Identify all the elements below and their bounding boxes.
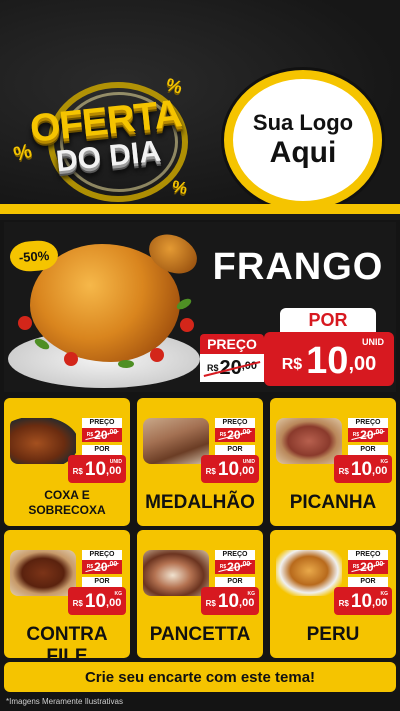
preco-label: PREÇO (82, 550, 122, 560)
por-label: POR (215, 445, 255, 455)
product-card-coxa[interactable]: PREÇO R$20,00 POR R$10,00UNID COXA E SOB… (4, 398, 130, 526)
herb-garnish (118, 360, 134, 368)
product-card-peru[interactable]: PREÇO R$20,00 POR R$10,00KG PERU (270, 530, 396, 658)
tomato-garnish (18, 316, 32, 330)
old-price: R$20,00 (82, 428, 122, 442)
divider-stripe-dark (0, 214, 400, 220)
preco-label: PREÇO (82, 418, 122, 428)
new-price: R$ 10,00 KG (201, 587, 259, 615)
old-price: R$20,00 (215, 428, 255, 442)
unit-label: UNID (362, 337, 384, 347)
old-price: R$20,00 (348, 428, 388, 442)
preco-label: PREÇO (215, 418, 255, 428)
product-card-pancetta[interactable]: PREÇO R$20,00 POR R$10,00KG PANCETTA (137, 530, 263, 658)
preco-label: PREÇO (348, 550, 388, 560)
preco-label: PREÇO (348, 418, 388, 428)
featured-preco-label: PREÇO (200, 334, 264, 354)
skewer-image (143, 418, 209, 464)
product-name: PICANHA (289, 492, 377, 513)
por-label: POR (348, 577, 388, 587)
product-name: PANCETTA (149, 624, 251, 645)
featured-por-label: POR (280, 308, 376, 332)
old-price: R$20,00 (215, 560, 255, 574)
por-label: POR (82, 577, 122, 587)
por-label: POR (348, 445, 388, 455)
turkey-image (276, 550, 342, 596)
por-label: POR (82, 445, 122, 455)
tomato-garnish (150, 348, 164, 362)
new-price: R$ 10,00 KG (68, 587, 126, 615)
steak-board-image (276, 418, 342, 464)
percent-icon: % (170, 176, 189, 199)
disclaimer-text: *Imagens Meramente Ilustrativas (6, 697, 123, 706)
featured-old-price: R$ 20 ,00 (200, 354, 264, 382)
tomato-garnish (64, 352, 78, 366)
preco-label: PREÇO (215, 550, 255, 560)
old-price: R$20,00 (82, 560, 122, 574)
drumstick-image (10, 418, 76, 464)
product-card-contra-file[interactable]: PREÇO R$20,00 POR R$10,00KG CONTRA FILE (4, 530, 130, 658)
product-name: MEDALHÃO (145, 492, 255, 513)
featured-product-name: FRANGO (212, 246, 384, 288)
cta-button[interactable]: Crie seu encarte com este tema! (4, 662, 396, 692)
product-name: CONTRA FILE (26, 624, 108, 658)
header: OFERTA DO DIA % % % Sua Logo Aqui (0, 0, 400, 210)
logo-placeholder[interactable]: Sua Logo Aqui (224, 70, 382, 210)
product-name: PERU (306, 624, 360, 645)
new-price: R$ 10,00 UNID (68, 455, 126, 483)
featured-new-price: R$ 10 ,00 UNID (264, 332, 394, 386)
tomato-garnish (180, 318, 194, 332)
new-price: R$ 10,00 KG (334, 587, 392, 615)
product-name: COXA E SOBRECOXA (28, 488, 106, 517)
product-card-medalhao[interactable]: PREÇO R$20,00 POR R$10,00UNID MEDALHÃO (137, 398, 263, 526)
percent-icon: % (163, 74, 185, 98)
pancetta-image (143, 550, 209, 596)
divider-stripe (0, 204, 400, 214)
old-price: R$20,00 (348, 560, 388, 574)
product-card-picanha[interactable]: PREÇO R$20,00 POR R$10,00KG PICANHA (270, 398, 396, 526)
logo-line2: Aqui (269, 135, 337, 169)
logo-line1: Sua Logo (252, 110, 354, 136)
new-price: R$ 10,00 UNID (201, 455, 259, 483)
new-price: R$ 10,00 KG (334, 455, 392, 483)
contra-file-image (10, 550, 76, 596)
por-label: POR (215, 577, 255, 587)
